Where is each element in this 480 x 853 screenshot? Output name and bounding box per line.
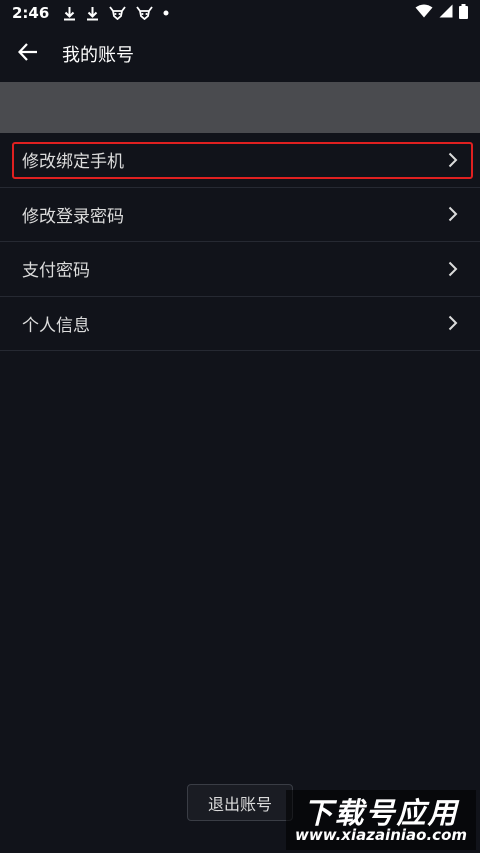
watermark-url: www.xiazainiao.com <box>294 826 468 844</box>
watermark: 下载号应用 www.xiazainiao.com <box>286 790 476 850</box>
chevron-right-icon <box>448 152 458 168</box>
ox-icon <box>136 6 154 20</box>
dot-icon <box>163 10 169 16</box>
page-title: 我的账号 <box>62 45 134 66</box>
screen: 2:46 我的账号 修改绑定手机 修改登录密码 支付密码 个人信息 退出账号 下… <box>0 0 480 853</box>
status-bar: 2:46 <box>0 0 480 26</box>
chevron-right-icon <box>448 315 458 331</box>
chevron-right-icon <box>448 206 458 222</box>
header-band <box>0 82 480 133</box>
menu-item-label: 个人信息 <box>22 315 90 336</box>
notification-icons <box>63 6 169 21</box>
status-time: 2:46 <box>12 4 50 22</box>
account-menu-list: 修改绑定手机 修改登录密码 支付密码 个人信息 <box>0 133 480 351</box>
menu-item-change-phone[interactable]: 修改绑定手机 <box>0 133 480 188</box>
download-icon <box>86 6 99 21</box>
menu-item-change-login-password[interactable]: 修改登录密码 <box>0 188 480 242</box>
wifi-icon <box>415 4 433 22</box>
menu-item-label: 修改绑定手机 <box>22 152 124 173</box>
back-button[interactable] <box>0 26 56 82</box>
signal-icon <box>439 4 453 22</box>
logout-button[interactable]: 退出账号 <box>187 784 293 821</box>
app-bar: 我的账号 <box>0 26 480 82</box>
menu-item-personal-info[interactable]: 个人信息 <box>0 297 480 351</box>
menu-item-label: 修改登录密码 <box>22 206 124 227</box>
battery-icon <box>459 3 468 23</box>
chevron-right-icon <box>448 261 458 277</box>
system-icons <box>415 3 468 23</box>
menu-item-label: 支付密码 <box>22 261 90 282</box>
menu-item-payment-password[interactable]: 支付密码 <box>0 242 480 297</box>
arrow-left-icon <box>17 42 38 66</box>
download-icon <box>63 6 76 21</box>
ox-icon <box>109 6 127 20</box>
